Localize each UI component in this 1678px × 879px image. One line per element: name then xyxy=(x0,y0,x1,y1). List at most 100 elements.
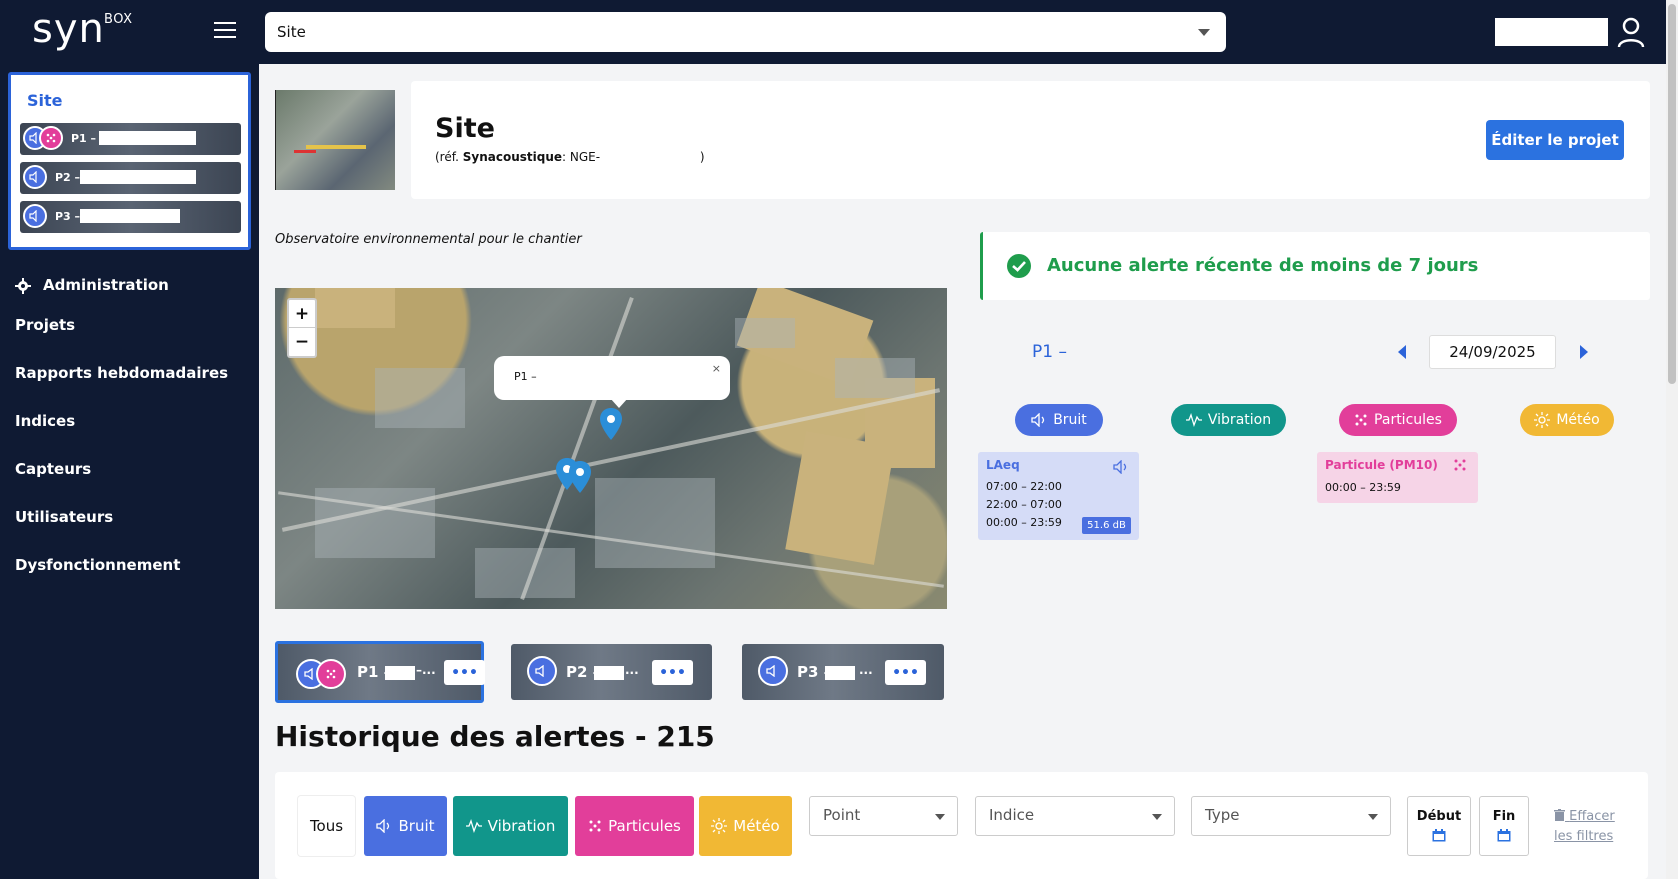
particles-icon xyxy=(589,820,601,832)
filter-vibration-button[interactable]: Vibration xyxy=(453,796,568,856)
user-icon[interactable] xyxy=(1616,16,1646,48)
particles-icon xyxy=(1355,414,1367,426)
map-popup: P1 – × xyxy=(494,356,730,400)
tab-label: Particules xyxy=(1374,412,1442,428)
particles-icon xyxy=(316,659,346,689)
date-picker[interactable]: 24/09/2025 xyxy=(1429,335,1556,369)
recent-alert-banner: Aucune alerte récente de moins de 7 jour… xyxy=(980,232,1650,300)
edit-project-button[interactable]: Éditer le projet xyxy=(1486,120,1624,160)
sidebar-point-p3[interactable]: P3 – xyxy=(20,201,241,233)
site-map[interactable]: + − P1 – × xyxy=(275,288,947,609)
site-select-value: Site xyxy=(277,23,306,41)
next-date-icon[interactable] xyxy=(1580,345,1588,359)
filter-label: Bruit xyxy=(398,817,435,835)
laeq-value-badge: 51.6 dB xyxy=(1082,517,1131,534)
point-card-p3[interactable]: P3 – ... ••• xyxy=(742,644,944,700)
tab-bruit[interactable]: Bruit xyxy=(1015,404,1103,436)
site-thumbnail xyxy=(275,90,395,190)
filter-meteo-button[interactable]: Météo xyxy=(699,796,792,856)
sidebar-point-p1[interactable]: P1 – xyxy=(20,123,241,155)
start-date-picker[interactable]: Début xyxy=(1407,796,1471,856)
laeq-indicator-card[interactable]: LAeq 07:00 – 22:00 22:00 – 07:00 00:00 –… xyxy=(978,452,1139,540)
point-card-suffix: ... xyxy=(625,663,639,677)
calendar-icon xyxy=(1497,829,1511,842)
tab-particules[interactable]: Particules xyxy=(1339,404,1457,436)
top-bar: syn BOX Site xyxy=(0,0,1678,64)
project-header: Site (réf. Synacoustique: NGE- ) Éditer … xyxy=(411,81,1650,199)
ref-prefix: (réf. xyxy=(435,150,459,164)
pm10-period: 00:00 – 23:59 xyxy=(1325,481,1401,494)
point-card-p2[interactable]: P2 – ... ••• xyxy=(511,644,712,700)
page-title: Site xyxy=(435,113,495,144)
filter-all-button[interactable]: Tous xyxy=(298,796,355,856)
end-date-label: Fin xyxy=(1492,809,1516,824)
menu-toggle-icon[interactable] xyxy=(214,22,236,40)
indice-select[interactable]: Indice xyxy=(975,796,1175,836)
filter-bruit-button[interactable]: Bruit xyxy=(364,796,447,856)
gear-icon xyxy=(15,278,31,294)
sidebar-site-title: Site xyxy=(27,91,63,110)
redacted-name xyxy=(80,170,196,184)
speaker-icon xyxy=(758,656,788,686)
more-options-button[interactable]: ••• xyxy=(885,660,926,685)
project-reference: (réf. Synacoustique: NGE- ) xyxy=(435,150,705,164)
check-circle-icon xyxy=(1007,254,1031,278)
more-options-button[interactable]: ••• xyxy=(444,660,485,685)
sidebar-item-capteurs[interactable]: Capteurs xyxy=(15,460,91,478)
redacted-name xyxy=(594,666,624,680)
close-icon[interactable]: × xyxy=(712,362,721,375)
sidebar-item-rapports[interactable]: Rapports hebdomadaires xyxy=(15,364,228,382)
tab-meteo[interactable]: Météo xyxy=(1520,404,1614,436)
calendar-icon xyxy=(1432,829,1446,842)
user-name-field[interactable] xyxy=(1495,18,1608,46)
chevron-down-icon xyxy=(1198,29,1210,36)
ref-brand: Synacoustique xyxy=(462,150,563,164)
redacted-name xyxy=(825,666,855,680)
tab-label: Météo xyxy=(1556,412,1600,428)
more-options-button[interactable]: ••• xyxy=(652,660,693,685)
sidebar-point-p2[interactable]: P2 – xyxy=(20,162,241,194)
point-select[interactable]: Point xyxy=(809,796,958,836)
sidebar-item-projets[interactable]: Projets xyxy=(15,316,75,334)
pm10-indicator-card[interactable]: Particule (PM10) 00:00 – 23:59 xyxy=(1317,452,1478,503)
vibration-icon xyxy=(1185,413,1202,427)
sidebar-item-administration[interactable]: Administration xyxy=(43,276,169,294)
map-zoom-control: + − xyxy=(287,298,317,358)
zoom-in-button[interactable]: + xyxy=(289,300,315,328)
laeq-period: 00:00 – 23:59 xyxy=(986,516,1062,529)
prev-date-icon[interactable] xyxy=(1398,345,1406,359)
map-pin-icon[interactable] xyxy=(600,408,622,440)
sidebar-item-dysfonctionnement[interactable]: Dysfonctionnement xyxy=(15,556,180,574)
app-logo[interactable]: syn xyxy=(32,6,105,52)
particles-icon xyxy=(39,126,63,150)
page-scrollbar[interactable] xyxy=(1666,0,1678,879)
ref-value: : NGE- xyxy=(562,150,601,164)
filter-particules-button[interactable]: Particules xyxy=(575,796,694,856)
type-select[interactable]: Type xyxy=(1191,796,1391,836)
map-pin-icon[interactable] xyxy=(569,461,591,493)
sidebar-point-label: P3 – xyxy=(55,210,81,223)
tab-vibration[interactable]: Vibration xyxy=(1171,404,1286,436)
sidebar-site-card[interactable]: Site P1 – P2 – P3 – xyxy=(8,72,251,250)
point-card-p1[interactable]: P1 – –... ••• xyxy=(275,641,485,703)
trash-icon xyxy=(1554,809,1565,821)
end-date-picker[interactable]: Fin xyxy=(1479,796,1529,856)
clear-filters-link[interactable]: Effacer les filtres xyxy=(1554,807,1622,847)
ref-suffix: ) xyxy=(699,150,705,164)
alert-message: Aucune alerte récente de moins de 7 jour… xyxy=(1047,255,1479,276)
sidebar-item-utilisateurs[interactable]: Utilisateurs xyxy=(15,508,113,526)
map-popup-tip xyxy=(610,398,628,408)
point-select-placeholder: Point xyxy=(823,806,861,824)
chevron-down-icon xyxy=(1152,814,1162,820)
sidebar: Site P1 – P2 – P3 – Administration Proje… xyxy=(0,64,259,879)
sidebar-item-indices[interactable]: Indices xyxy=(15,412,75,430)
sun-icon xyxy=(1534,412,1551,428)
site-select[interactable]: Site xyxy=(265,12,1226,52)
chevron-down-icon xyxy=(935,814,945,820)
sidebar-point-label: P2 – xyxy=(55,171,81,184)
speaker-icon xyxy=(23,204,47,228)
pm10-title: Particule (PM10) xyxy=(1325,458,1438,472)
zoom-out-button[interactable]: − xyxy=(289,328,315,356)
app-logo-sup: BOX xyxy=(104,12,133,27)
point-card-suffix: –... xyxy=(416,663,436,677)
